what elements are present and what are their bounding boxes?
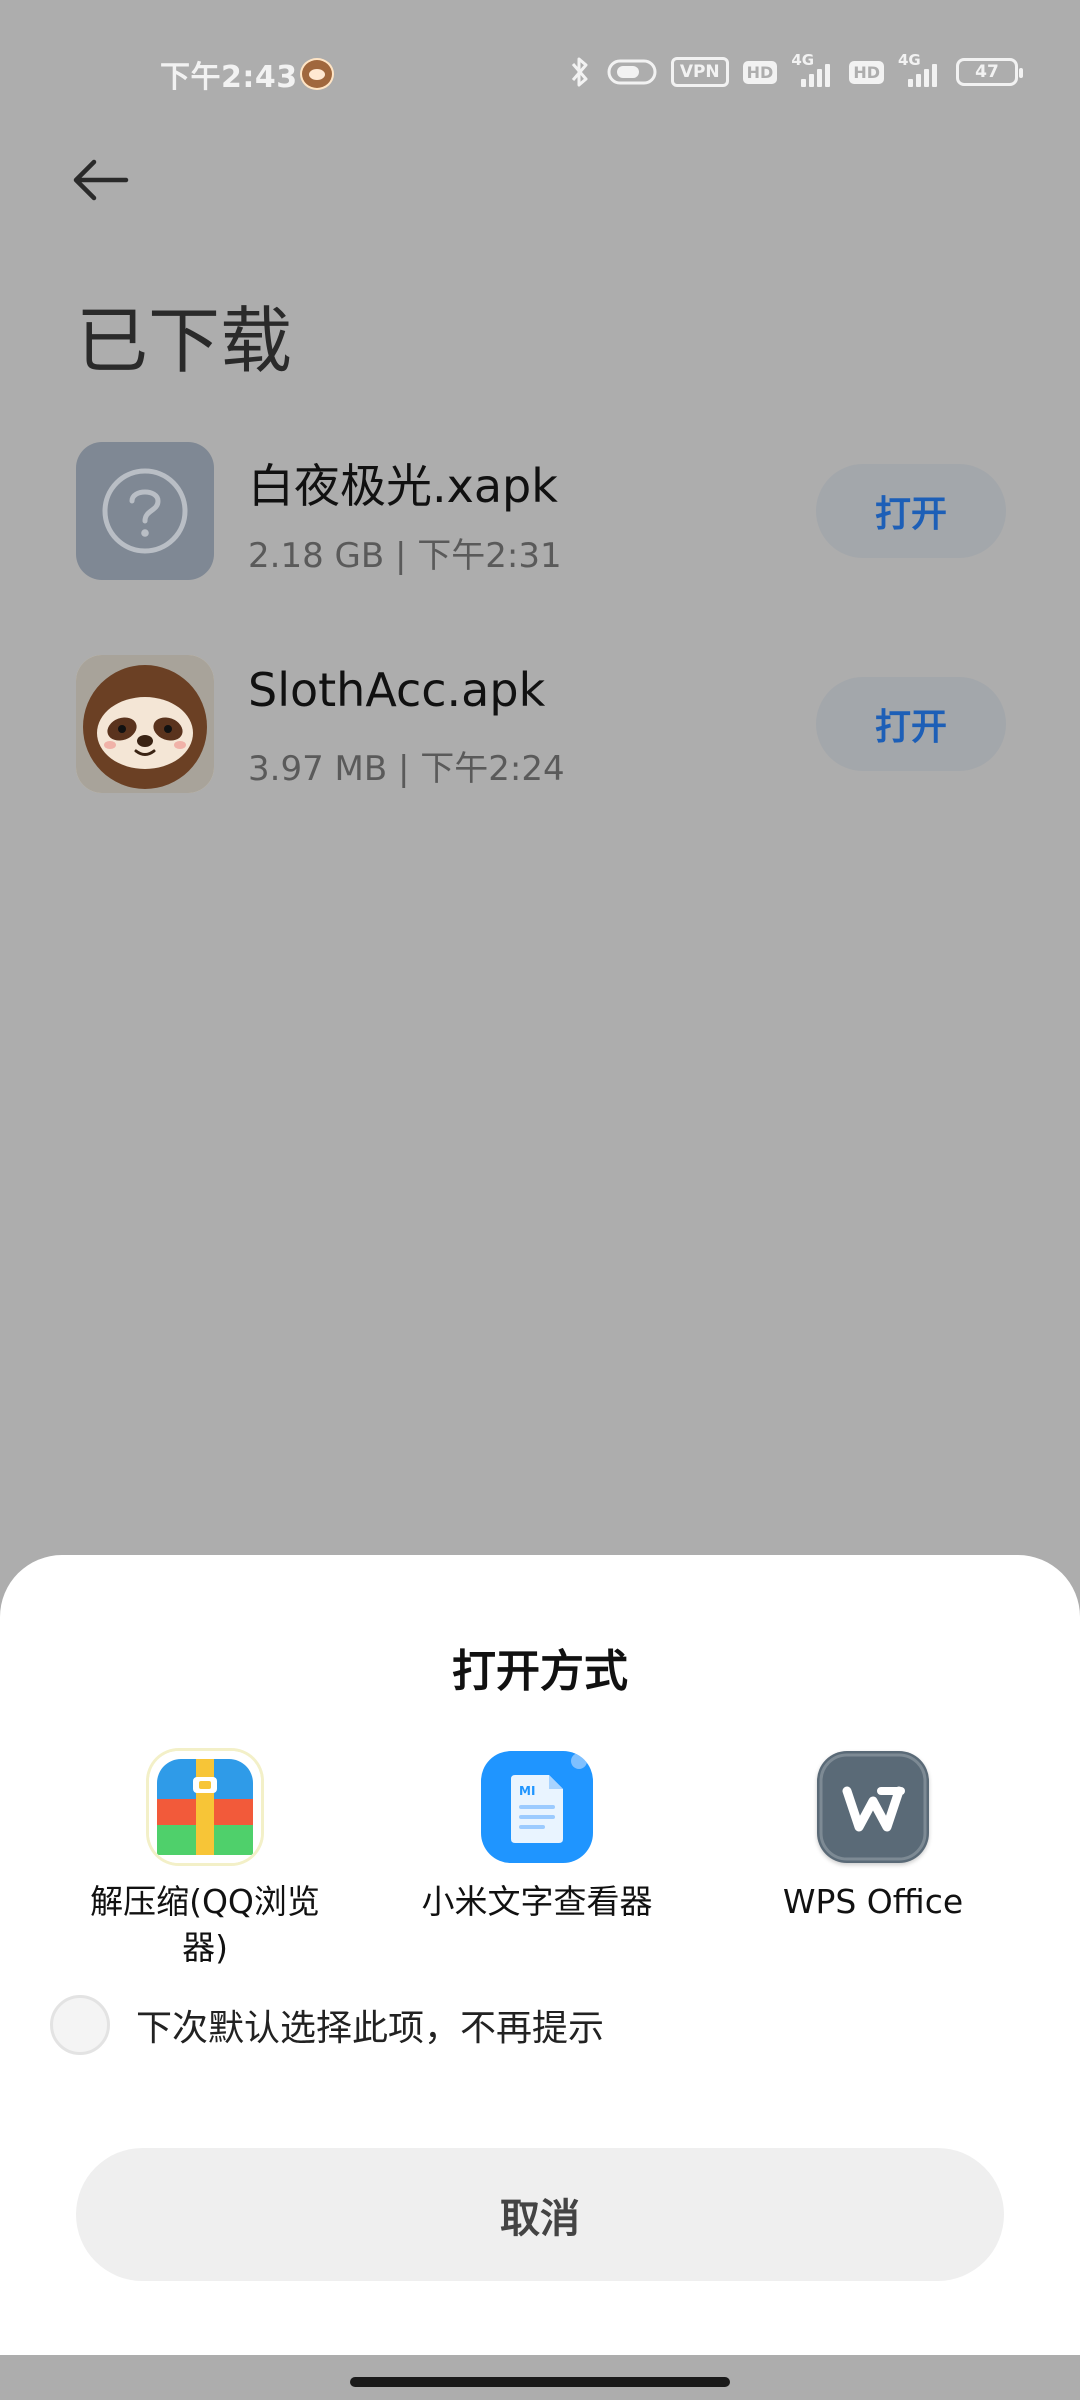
unknown-file-icon (76, 442, 214, 580)
status-time: 下午2:43 (160, 60, 298, 95)
app-option-mi-text-viewer[interactable]: MI 小米文字查看器 (387, 1751, 687, 1925)
navigation-bar (0, 2355, 1080, 2400)
open-button[interactable]: 打开 (816, 677, 1006, 771)
home-indicator[interactable] (350, 2377, 730, 2387)
sheet-title: 打开方式 (452, 1646, 628, 1697)
page-title: 已下载 (76, 299, 293, 383)
signal-icon: 4G (791, 51, 835, 89)
open-button[interactable]: 打开 (816, 464, 1006, 558)
app-label: 解压缩(QQ浏览器) (90, 1882, 320, 1967)
toggle-icon (607, 57, 657, 87)
wps-office-icon (817, 1751, 929, 1863)
file-meta: 2.18 GB | 下午2:31 (248, 536, 562, 576)
download-item[interactable]: SlothAcc.apk 3.97 MB | 下午2:24 打开 (76, 655, 1006, 795)
svg-text:MI: MI (519, 1784, 535, 1798)
app-label: 小米文字查看器 (421, 1882, 653, 1921)
download-item[interactable]: 白夜极光.xapk 2.18 GB | 下午2:31 打开 (76, 442, 1006, 582)
sloth-notification-icon (300, 58, 334, 90)
status-icons: VPN HD 4G HD 4G 47 (567, 51, 1023, 92)
back-button[interactable] (60, 140, 140, 220)
hd-icon: HD (742, 60, 778, 84)
sloth-app-icon (76, 655, 214, 793)
qq-unzip-icon (149, 1751, 261, 1863)
app-label: WPS Office (782, 1882, 964, 1921)
battery-icon: 47 (956, 58, 1023, 86)
remember-choice-radio[interactable] (50, 1995, 110, 2055)
bluetooth-icon (567, 55, 593, 89)
file-meta: 3.97 MB | 下午2:24 (248, 749, 565, 789)
hd-icon-2: HD (849, 60, 884, 84)
remember-choice-row[interactable]: 下次默认选择此项，不再提示 (50, 1995, 604, 2055)
mi-text-viewer-icon: MI (481, 1751, 593, 1863)
signal-icon-2: 4G (898, 51, 942, 89)
status-bar: 下午2:43 VPN HD 4G HD 4G 47 (0, 0, 1080, 150)
open-with-sheet: 打开方式 解压缩(QQ浏览器) MI 小米文字查看器 WPS Office 下次… (0, 1555, 1080, 2355)
battery-level: 47 (975, 62, 999, 82)
app-option-qq-unzip[interactable]: 解压缩(QQ浏览器) (55, 1751, 355, 1971)
cancel-button[interactable]: 取消 (76, 2148, 1004, 2281)
file-name: 白夜极光.xapk (248, 459, 558, 513)
remember-choice-label: 下次默认选择此项，不再提示 (136, 2008, 605, 2049)
vpn-icon: VPN (670, 57, 729, 87)
arrow-left-icon (73, 159, 129, 201)
app-option-wps-office[interactable]: WPS Office (723, 1751, 1023, 1925)
file-name: SlothAcc.apk (248, 663, 546, 717)
